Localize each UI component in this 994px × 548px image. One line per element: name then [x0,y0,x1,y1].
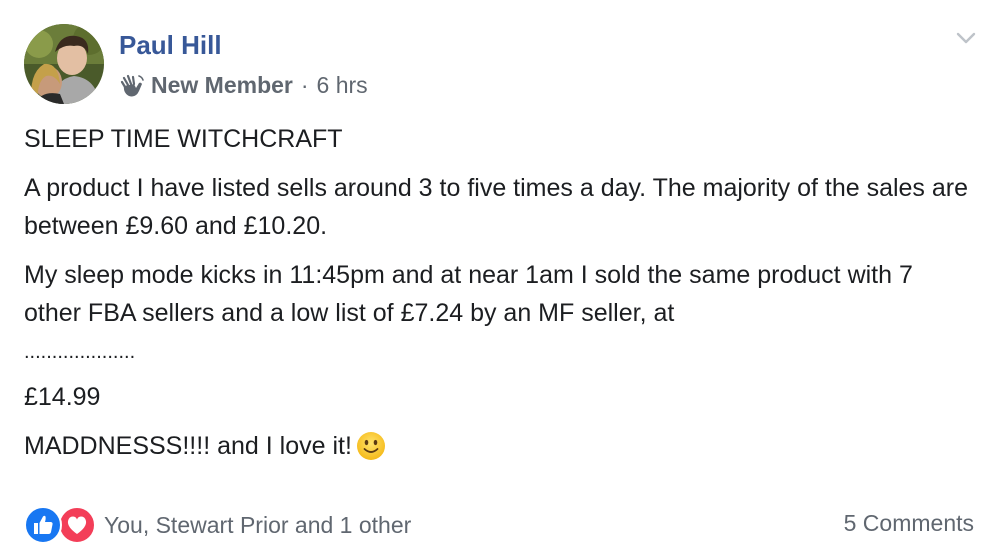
reaction-icons [24,506,100,544]
post-closing-line: MADDNESSS!!!! and I love it! [24,427,974,465]
comments-count-link[interactable]: 5 Comments [844,510,974,537]
post-card: Paul Hill New Member · 6 hrs SLEEP TIME … [0,0,994,548]
member-badge[interactable]: New Member [151,72,293,99]
post-paragraph-1: A product I have listed sells around 3 t… [24,174,969,240]
post-timestamp[interactable]: 6 hrs [317,72,368,99]
post-body: SLEEP TIME WITCHCRAFT A product I have l… [24,120,974,476]
like-icon [24,506,62,544]
profile-photo [24,24,104,104]
author-name-link[interactable]: Paul Hill [119,30,222,61]
meta-separator: · [300,72,309,98]
love-icon [58,506,96,544]
chevron-down-icon[interactable] [954,28,978,48]
reactions-summary[interactable]: You, Stewart Prior and 1 other [24,506,411,544]
reactions-names[interactable]: You, Stewart Prior and 1 other [104,512,411,539]
post-dots-line: .................... [24,341,136,363]
post-paragraph-2: My sleep mode kicks in 11:45pm and at ne… [24,261,913,327]
author-avatar[interactable] [24,24,104,104]
post-meta: New Member · 6 hrs [119,72,368,99]
waving-hand-icon [120,74,144,96]
post-title-line: SLEEP TIME WITCHCRAFT [24,125,343,153]
post-price-line: £14.99 [24,383,101,411]
slightly-smiling-face-icon [356,432,385,460]
post-closing-text: MADDNESSS!!!! and I love it! [24,432,352,460]
